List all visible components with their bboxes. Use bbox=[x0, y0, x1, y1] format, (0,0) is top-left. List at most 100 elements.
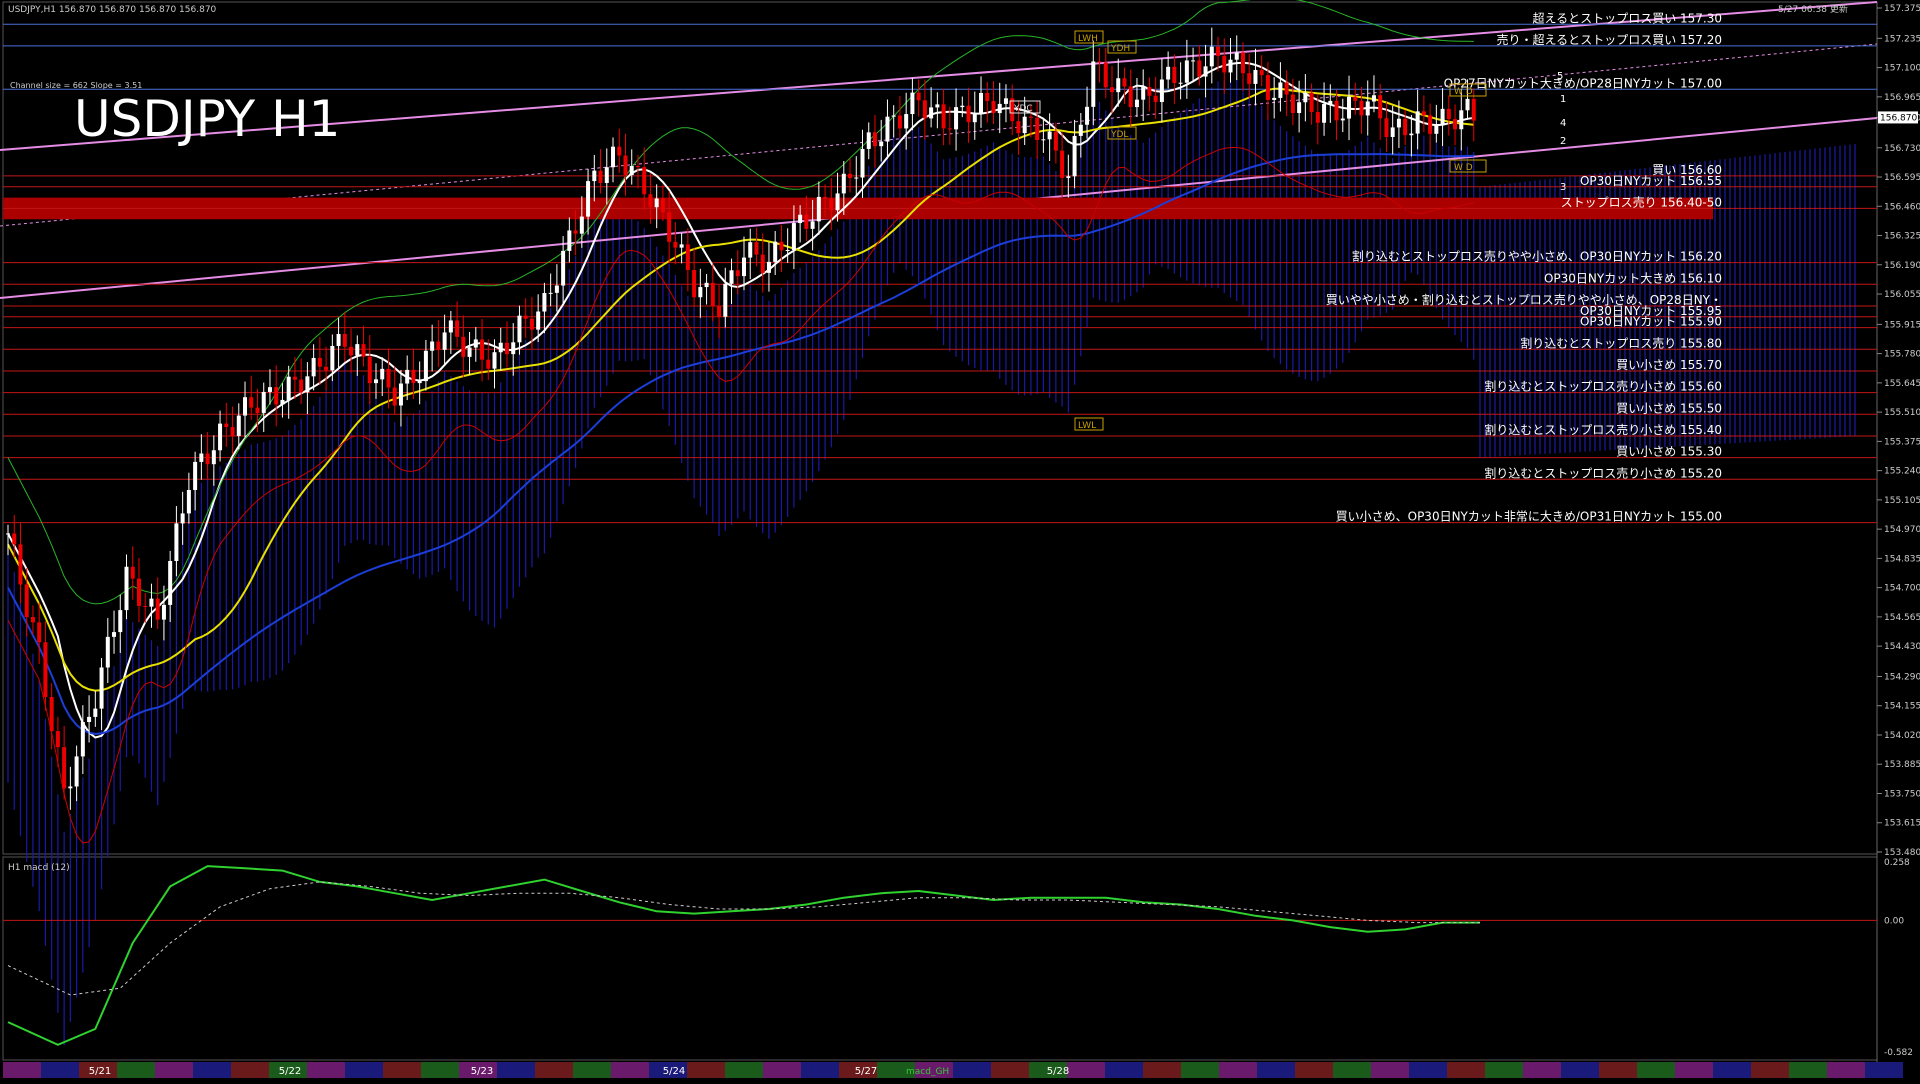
macd-tick-label: 0.00 bbox=[1884, 916, 1904, 926]
candle-body bbox=[1209, 46, 1214, 67]
y-tick-label: 153.615 bbox=[1884, 819, 1920, 829]
y-tick-label: 156.190 bbox=[1884, 261, 1920, 271]
candle-body bbox=[1409, 133, 1414, 136]
level-label: 買い小さめ 155.50 bbox=[1616, 401, 1722, 415]
candle-body bbox=[729, 270, 734, 284]
candle-body bbox=[448, 320, 453, 333]
candle-body bbox=[872, 132, 877, 147]
macd-tab[interactable]: macd_GH bbox=[906, 1067, 949, 1077]
candle-body bbox=[542, 293, 547, 312]
candle-body bbox=[461, 336, 466, 357]
candle-body bbox=[380, 368, 385, 380]
candle-body bbox=[330, 345, 335, 371]
candle-body bbox=[498, 342, 503, 353]
candle-body bbox=[1378, 95, 1383, 119]
candle-body bbox=[49, 696, 54, 732]
candle-body bbox=[810, 221, 815, 229]
channel-line-4: 4 bbox=[1560, 118, 1566, 129]
candle-body bbox=[1035, 117, 1040, 141]
candle-body bbox=[642, 167, 647, 195]
ydl-marker: YDL bbox=[1110, 130, 1128, 140]
candle-body bbox=[24, 584, 29, 618]
candle-body bbox=[12, 533, 17, 545]
candle-body bbox=[554, 285, 559, 293]
candle-body bbox=[1184, 60, 1189, 83]
candle-body bbox=[573, 230, 578, 234]
candle-body bbox=[1003, 98, 1008, 104]
y-tick-label: 155.510 bbox=[1884, 408, 1920, 418]
candle-body bbox=[1440, 108, 1445, 126]
y-tick-label: 155.105 bbox=[1884, 496, 1920, 506]
date-bar-segment bbox=[1713, 1062, 1751, 1078]
chart-svg[interactable]: 超えるとストップロス買い 157.30 売り・超えるとストップロス買い 157.2… bbox=[0, 0, 1920, 1080]
candle-body bbox=[517, 315, 522, 343]
candle-body bbox=[529, 318, 534, 330]
candle-body bbox=[1166, 66, 1171, 80]
date-label: 5/23 bbox=[471, 1066, 493, 1077]
date-bar-segment bbox=[383, 1062, 421, 1078]
candle-body bbox=[473, 339, 478, 348]
candle-body bbox=[105, 636, 110, 668]
candle-body bbox=[211, 450, 216, 465]
y-tick-label: 153.885 bbox=[1884, 760, 1920, 770]
date-bar-segment bbox=[953, 1062, 991, 1078]
candle-body bbox=[218, 423, 223, 451]
candle-body bbox=[292, 376, 297, 380]
candle-body bbox=[1284, 82, 1289, 95]
candle-body bbox=[1334, 100, 1339, 121]
date-bar-segment bbox=[1105, 1062, 1143, 1078]
candle-body bbox=[1172, 66, 1177, 84]
candle-body bbox=[1072, 135, 1077, 177]
y-tick-label: 157.100 bbox=[1884, 64, 1920, 74]
y-tick-label: 154.020 bbox=[1884, 731, 1920, 741]
y-tick-label: 154.970 bbox=[1884, 525, 1920, 535]
candle-body bbox=[305, 376, 310, 393]
candle-body bbox=[280, 399, 285, 405]
y-tick-label: 154.700 bbox=[1884, 584, 1920, 594]
ydc-marker: YDC bbox=[1013, 104, 1033, 114]
candle-body bbox=[1328, 100, 1333, 105]
candle-body bbox=[660, 198, 665, 213]
candle-body bbox=[816, 196, 821, 222]
y-tick-label: 156.730 bbox=[1884, 144, 1920, 154]
date-bar-segment bbox=[1789, 1062, 1827, 1078]
candle-body bbox=[492, 352, 497, 369]
candle-body bbox=[960, 105, 965, 108]
candle-body bbox=[205, 453, 210, 465]
candle-body bbox=[635, 166, 640, 168]
candle-body bbox=[835, 193, 840, 211]
candle-body bbox=[1309, 92, 1314, 113]
candle-body bbox=[286, 376, 291, 400]
chart-big-title: USDJPY H1 bbox=[74, 90, 340, 148]
updated-time: 5/27 06:38 更新 bbox=[1778, 3, 1848, 15]
level-label: 割り込むとストップロス売り小さめ 155.40 bbox=[1484, 422, 1722, 437]
candle-body bbox=[1259, 69, 1264, 76]
y-tick-label: 155.375 bbox=[1884, 437, 1920, 447]
candle-body bbox=[735, 270, 740, 277]
candle-body bbox=[679, 244, 684, 248]
candle-body bbox=[243, 397, 248, 416]
y-tick-label: 154.835 bbox=[1884, 554, 1920, 564]
candle-body bbox=[785, 249, 790, 251]
date-bar-segment bbox=[1637, 1062, 1675, 1078]
channel-line-5: 5 bbox=[1557, 71, 1563, 82]
candle-body bbox=[1265, 75, 1270, 100]
candle-body bbox=[617, 146, 622, 156]
candle-body bbox=[1085, 106, 1090, 125]
y-tick-label: 156.965 bbox=[1884, 93, 1920, 103]
date-bar-segment bbox=[1599, 1062, 1637, 1078]
candle-body bbox=[760, 254, 765, 273]
date-bar-segment bbox=[231, 1062, 269, 1078]
candle-body bbox=[723, 283, 728, 317]
candle-body bbox=[261, 391, 266, 413]
date-bar-segment bbox=[1523, 1062, 1561, 1078]
date-bar-segment bbox=[1751, 1062, 1789, 1078]
date-bar-segment bbox=[1865, 1062, 1903, 1078]
candle-body bbox=[405, 369, 410, 384]
date-bar-segment bbox=[117, 1062, 155, 1078]
candle-body bbox=[1091, 61, 1096, 107]
candle-body bbox=[748, 242, 753, 258]
candle-body bbox=[317, 357, 322, 367]
candle-body bbox=[186, 489, 191, 514]
candle-body bbox=[1216, 46, 1221, 56]
